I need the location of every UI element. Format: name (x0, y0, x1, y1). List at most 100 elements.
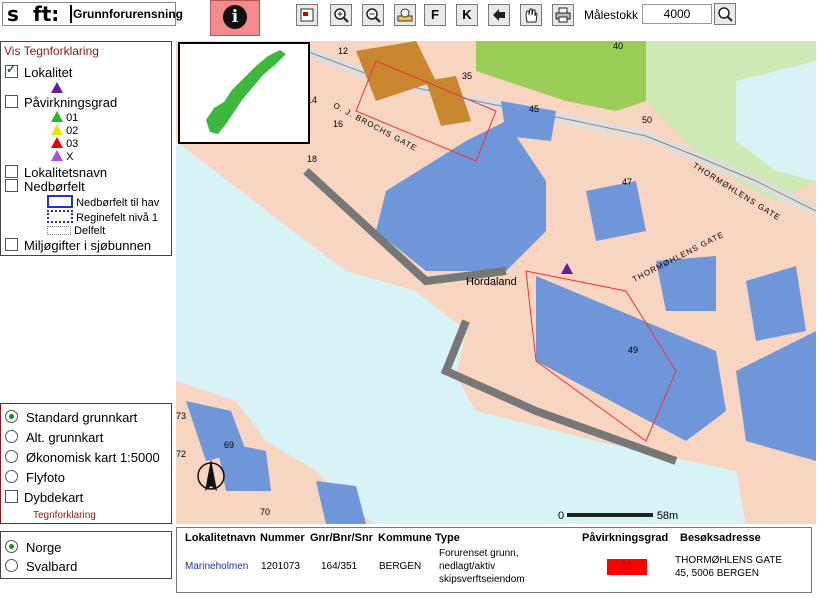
standard-radio[interactable] (5, 410, 18, 423)
info-button[interactable]: i (210, 0, 260, 36)
col-lokalitetnavn: Lokalitetnavn (185, 532, 256, 544)
logo-divider (70, 5, 72, 23)
lokalitet-label: Lokalitet (24, 65, 73, 80)
red-triangle-icon (51, 137, 63, 148)
col-kommune: Kommune (378, 532, 432, 544)
house-number: 40 (613, 41, 624, 51)
lokalitet-symbol-icon (51, 82, 63, 95)
col-pavirkningsgrad: Påvirkningsgrad (582, 532, 669, 544)
maptype-flyfoto[interactable]: Flyfoto (5, 470, 65, 485)
house-number: 49 (628, 345, 639, 355)
scale-input[interactable] (642, 4, 712, 24)
logo-s: s (7, 2, 19, 26)
full-extent-icon (300, 8, 314, 22)
zoom-out-icon (366, 8, 381, 23)
search-icon (718, 7, 733, 22)
layer-nedborfelt[interactable]: Nedbørfelt (5, 179, 85, 194)
delfelt-item: Delfelt (47, 225, 105, 237)
cell-type-line: nedlagt/aktiv (439, 561, 496, 572)
f-tool-button[interactable]: F (424, 4, 446, 26)
scale-bar-line (567, 513, 654, 517)
house-number: 70 (260, 507, 271, 517)
house-number: 18 (307, 154, 318, 164)
alt-radio[interactable] (5, 430, 18, 443)
cell-address-line: THORMØHLENS GATE (675, 555, 783, 566)
gray-dotted-box-icon (47, 226, 71, 235)
layer-lokalitetsnavn[interactable]: Lokalitetsnavn (5, 165, 107, 180)
identify-button[interactable] (394, 4, 416, 26)
svalbard-radio[interactable] (5, 559, 18, 572)
lokalitet-checkbox[interactable] (5, 62, 18, 78)
layer-miljogifter[interactable]: Miljøgifter i sjøbunnen (5, 238, 151, 253)
scale-start-label: 0 (558, 510, 565, 522)
maptype-standard[interactable]: Standard grunnkart (5, 410, 137, 425)
site-info-table: Lokalitetnavn Nummer Gnr/Bnr/Snr Kommune… (176, 527, 812, 593)
layer-lokalitet[interactable]: Lokalitet (5, 62, 73, 80)
norway-overview-icon (206, 50, 286, 134)
dybdekart-checkbox[interactable] (5, 490, 18, 503)
pan-hand-icon (525, 8, 538, 23)
miljogifter-label: Miljøgifter i sjøbunnen (24, 238, 152, 253)
flyfoto-radio[interactable] (5, 470, 18, 483)
house-number: 72 (176, 449, 187, 459)
yellow-triangle-icon (51, 124, 63, 135)
cell-name[interactable]: Marineholmen (185, 561, 248, 572)
map-scale-bar: 0 58m (558, 508, 678, 522)
col-besoksadresse: Besøksadresse (680, 532, 761, 544)
lokalitetsnavn-label: Lokalitetsnavn (24, 165, 108, 180)
grade-02: 02 (51, 124, 78, 137)
cell-type-line: skipsverftseiendom (439, 574, 525, 585)
house-number: 47 (622, 177, 633, 187)
cell-nummer: 1201073 (261, 561, 300, 572)
reginefelt-item: Reginefelt nivå 1 (47, 210, 158, 224)
cell-gnr: 164/351 (321, 561, 358, 572)
k-tool-button[interactable]: K (456, 4, 478, 26)
region-panel: Norge Svalbard (0, 531, 172, 579)
zoom-in-button[interactable] (330, 4, 352, 26)
maptype-dybdekart[interactable]: Dybdekart (5, 490, 83, 505)
lokalitetsnavn-checkbox[interactable] (5, 165, 18, 178)
pavirkningsgrad-checkbox[interactable] (5, 95, 18, 108)
miljogifter-checkbox[interactable] (5, 238, 18, 251)
building-47 (586, 181, 646, 241)
pavirkningsgrad-label: Påvirkningsgrad (24, 95, 118, 110)
col-type: Type (435, 532, 460, 544)
print-button[interactable] (552, 4, 574, 26)
grade-x: X (51, 150, 73, 163)
info-icon: i (223, 5, 247, 29)
overview-map[interactable] (178, 42, 310, 144)
dotted-box-icon (47, 210, 73, 223)
house-number: 73 (176, 411, 187, 421)
house-number: 50 (642, 115, 653, 125)
scale-end-label: 58m (656, 510, 679, 522)
legend-panel: Vis Tegnforklaring Lokalitet Påvirknings… (0, 41, 172, 256)
blue-box-icon (47, 195, 73, 208)
tegnforklaring-link[interactable]: Tegnforklaring (33, 510, 96, 521)
grade-badge: 03 (607, 559, 647, 575)
okonomisk-radio[interactable] (5, 450, 18, 463)
legend-title[interactable]: Vis Tegnforklaring (4, 44, 99, 58)
back-button[interactable] (488, 4, 510, 26)
print-icon (555, 7, 571, 23)
norge-radio[interactable] (5, 540, 18, 553)
full-extent-button[interactable] (296, 4, 318, 26)
region-svalbard[interactable]: Svalbard (5, 559, 77, 574)
layer-pavirkningsgrad[interactable]: Påvirkningsgrad (5, 95, 117, 110)
maptype-okonomisk[interactable]: Økonomisk kart 1:5000 (5, 450, 160, 465)
purple-triangle-icon (51, 150, 63, 161)
scale-search-button[interactable] (714, 3, 736, 25)
app-logo: s ft: Grunnforurensning (2, 2, 183, 26)
house-number: 35 (462, 71, 473, 81)
nedborfelt-checkbox[interactable] (5, 179, 18, 192)
logo-ft: ft: (33, 2, 60, 26)
k-tool-label: K (462, 7, 472, 22)
house-number: 16 (333, 119, 344, 129)
maptype-alt[interactable]: Alt. grunnkart (5, 430, 103, 445)
col-gnr: Gnr/Bnr/Snr (310, 532, 373, 544)
region-norge[interactable]: Norge (5, 540, 61, 555)
house-number: 12 (338, 46, 349, 56)
pan-button[interactable] (520, 4, 542, 26)
cell-kommune: BERGEN (379, 561, 422, 572)
house-number: 45 (529, 104, 540, 114)
zoom-out-button[interactable] (362, 4, 384, 26)
